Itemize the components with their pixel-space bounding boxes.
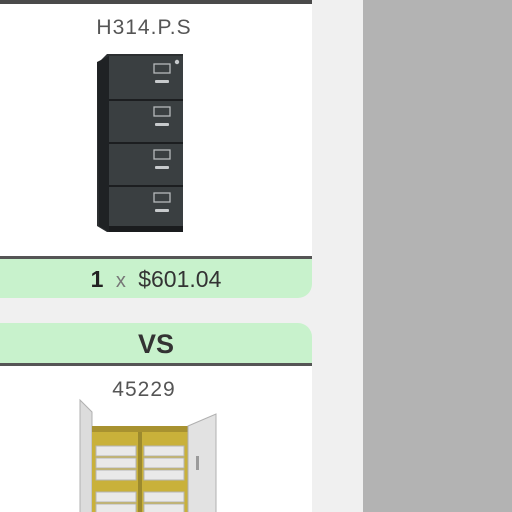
product-column: H314.P.S 1 x $601.04 VS 45229: [0, 0, 312, 512]
comparison-page: H314.P.S 1 x $601.04 VS 45229: [0, 0, 512, 512]
filing-cabinet-icon[interactable]: [97, 54, 185, 234]
side-panel: [363, 0, 512, 512]
quantity-value: 1: [90, 266, 104, 292]
vs-divider: VS: [0, 323, 312, 363]
product-sku: H314.P.S: [96, 16, 192, 39]
price-bar: 1 x $601.04: [0, 256, 312, 298]
storage-cabinet-icon[interactable]: [66, 398, 220, 512]
product-card-2[interactable]: 45229: [0, 363, 312, 512]
times-symbol: x: [115, 270, 126, 292]
product-card-1[interactable]: H314.P.S: [0, 0, 312, 256]
price-value: $601.04: [138, 266, 222, 292]
